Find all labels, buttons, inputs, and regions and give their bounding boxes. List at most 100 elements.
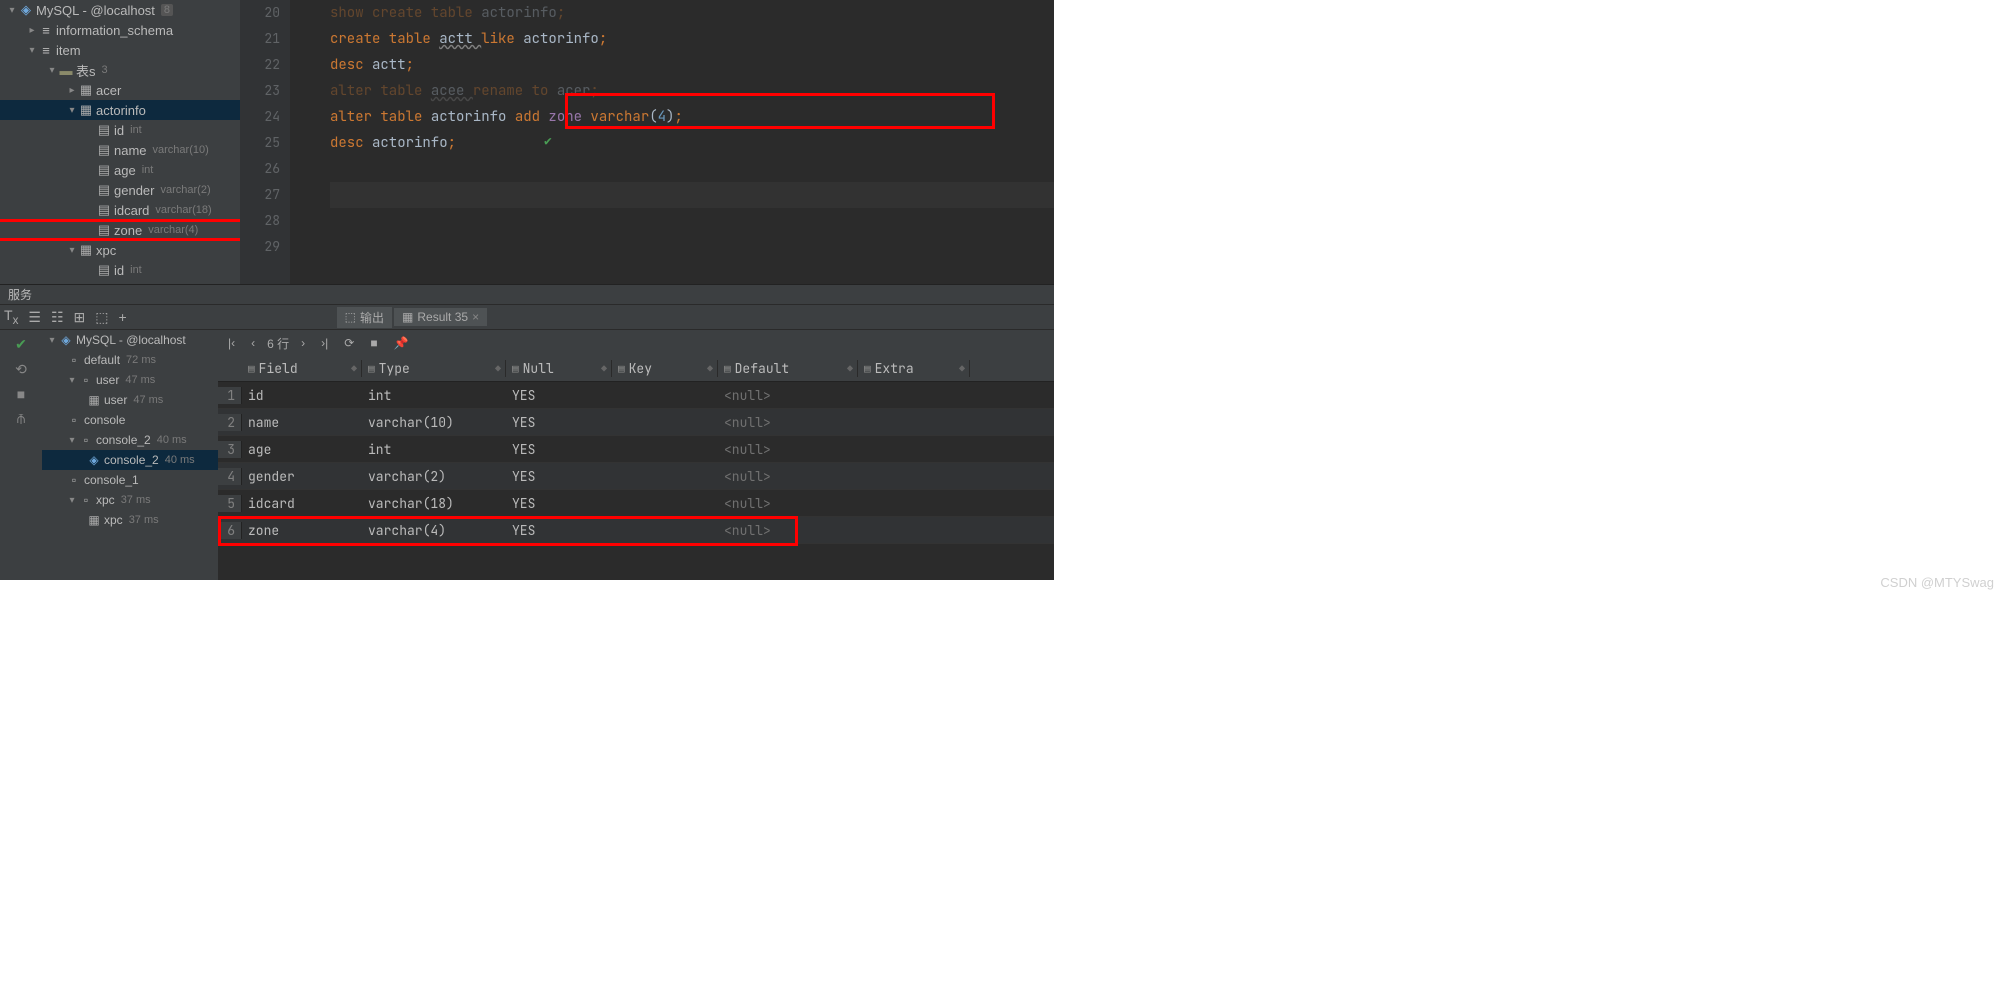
code-area[interactable]: show create table actorinfo; create tabl… bbox=[290, 0, 1054, 284]
schema-label: information_schema bbox=[56, 23, 173, 38]
svc-console1[interactable]: ▫console_1 bbox=[42, 470, 218, 490]
prev-page-icon[interactable]: ‹ bbox=[247, 336, 259, 350]
first-page-icon[interactable]: |‹ bbox=[224, 336, 239, 350]
tx-icon[interactable]: Tx bbox=[4, 307, 18, 327]
tree-table-acer[interactable]: ▸ ▦ acer bbox=[0, 80, 240, 100]
sort-icon[interactable]: ◆ bbox=[707, 362, 713, 375]
svc-connection[interactable]: ▾◈MySQL - @localhost bbox=[42, 330, 218, 350]
header-field[interactable]: ▤Field◆ bbox=[242, 360, 362, 377]
cell[interactable]: <null> bbox=[718, 387, 858, 404]
grid-icon[interactable]: ⊞ bbox=[74, 309, 86, 326]
tree-col-id[interactable]: ▤ id int bbox=[0, 120, 240, 140]
cell[interactable]: id bbox=[242, 387, 362, 404]
header-key[interactable]: ▤Key◆ bbox=[612, 360, 718, 377]
tree-col-age[interactable]: ▤ age int bbox=[0, 160, 240, 180]
tree-item-schema[interactable]: ▾ ≡ item bbox=[0, 40, 240, 60]
cell[interactable]: age bbox=[242, 441, 362, 458]
header-extra[interactable]: ▤Extra◆ bbox=[858, 360, 970, 377]
cell[interactable]: <null> bbox=[718, 414, 858, 431]
tree-connection[interactable]: ▾ ◈ MySQL - @localhost 8 bbox=[0, 0, 240, 20]
cell[interactable]: YES bbox=[506, 414, 612, 431]
services-tree[interactable]: ▾◈MySQL - @localhost ▫default72 ms ▾▫use… bbox=[42, 330, 218, 580]
header-default[interactable]: ▤Default◆ bbox=[718, 360, 858, 377]
table-row[interactable]: 5idcardvarchar(18)YES<null> bbox=[218, 490, 1054, 517]
stop-icon[interactable]: ■ bbox=[366, 336, 381, 350]
cell[interactable]: name bbox=[242, 414, 362, 431]
table-row[interactable]: 4gendervarchar(2)YES <null> bbox=[218, 463, 1054, 490]
tree-col-name[interactable]: ▤ name varchar(10) bbox=[0, 140, 240, 160]
cell[interactable]: int bbox=[362, 441, 506, 458]
cell[interactable]: <null> bbox=[718, 468, 858, 485]
services-header[interactable]: 服务 bbox=[0, 284, 1054, 304]
tree-table-xpc[interactable]: ▾ ▦ xpc bbox=[0, 240, 240, 260]
database-tree[interactable]: ▾ ◈ MySQL - @localhost 8 ▸ ≡ information… bbox=[0, 0, 240, 284]
svc-default[interactable]: ▫default72 ms bbox=[42, 350, 218, 370]
cell[interactable]: gender bbox=[242, 468, 362, 485]
next-page-icon[interactable]: › bbox=[297, 336, 309, 350]
svc-console2[interactable]: ▾▫console_240 ms bbox=[42, 430, 218, 450]
tree-col-gender[interactable]: ▤ gender varchar(2) bbox=[0, 180, 240, 200]
check-icon[interactable]: ✔ bbox=[15, 336, 27, 353]
tree-col-xpc-id[interactable]: ▤ id int bbox=[0, 260, 240, 280]
pin-icon[interactable]: 📌 bbox=[390, 336, 413, 350]
tree-col-idcard[interactable]: ▤ idcard varchar(18) bbox=[0, 200, 240, 220]
cell[interactable]: YES bbox=[506, 522, 612, 539]
grid-body: 1idintYES<null> 2namevarchar(10)YES<null… bbox=[218, 382, 1054, 544]
tab-output[interactable]: ⬚输出 bbox=[337, 307, 392, 328]
add-icon[interactable]: + bbox=[118, 309, 126, 325]
sort-icon[interactable]: ◆ bbox=[959, 362, 965, 375]
table-row[interactable]: 2namevarchar(10)YES<null> bbox=[218, 409, 1054, 436]
sort-icon[interactable]: ◆ bbox=[601, 362, 607, 375]
svc-console2-inner[interactable]: ◈console_240 ms bbox=[42, 450, 218, 470]
header-null[interactable]: ▤Null◆ bbox=[506, 360, 612, 377]
cell[interactable]: varchar(10) bbox=[362, 414, 506, 431]
export-icon[interactable]: ⬚ bbox=[95, 309, 108, 326]
cell[interactable]: YES bbox=[506, 495, 612, 512]
cell[interactable]: varchar(4) bbox=[362, 522, 506, 539]
tree-col-zone[interactable]: ▤ zone varchar(4) bbox=[0, 220, 240, 240]
svc-console[interactable]: ▫console bbox=[42, 410, 218, 430]
cell[interactable]: YES bbox=[506, 441, 612, 458]
tree-tables-folder[interactable]: ▾ ▬ 表s 3 bbox=[0, 60, 240, 80]
header-type[interactable]: ▤Type◆ bbox=[362, 360, 506, 377]
table-row[interactable]: 1idintYES<null> bbox=[218, 382, 1054, 409]
sort-icon[interactable]: ◆ bbox=[495, 362, 501, 375]
cell[interactable]: int bbox=[362, 387, 506, 404]
table-icon: ▦ bbox=[86, 513, 102, 527]
column-label: zone bbox=[114, 223, 142, 238]
rollback-icon[interactable]: ☷ bbox=[51, 309, 64, 326]
close-icon[interactable]: × bbox=[472, 310, 479, 324]
svc-user[interactable]: ▾▫user47 ms bbox=[42, 370, 218, 390]
filter-icon[interactable]: ⫚ bbox=[17, 410, 25, 427]
row-number: 3 bbox=[218, 441, 242, 458]
cell[interactable]: <null> bbox=[718, 522, 858, 539]
svc-label: console_2 bbox=[96, 433, 151, 447]
cell[interactable]: idcard bbox=[242, 495, 362, 512]
table-row[interactable]: 6zonevarchar(4)YES<null> bbox=[218, 517, 1054, 544]
cell[interactable]: <null> bbox=[718, 441, 858, 458]
cell[interactable]: varchar(18) bbox=[362, 495, 506, 512]
cell[interactable]: <null> bbox=[718, 495, 858, 512]
refresh-icon[interactable]: ⟲ bbox=[15, 361, 27, 378]
refresh-icon[interactable]: ⟳ bbox=[340, 336, 358, 350]
sort-icon[interactable]: ◆ bbox=[847, 362, 853, 375]
stop-icon[interactable]: ■ bbox=[17, 386, 25, 402]
svc-time: 40 ms bbox=[157, 434, 187, 446]
result-grid[interactable]: ▤Field◆ ▤Type◆ ▤Null◆ ▤Key◆ ▤Default◆ ▤E… bbox=[218, 356, 1054, 544]
row-number: 4 bbox=[218, 468, 242, 485]
cell[interactable]: YES bbox=[506, 387, 612, 404]
last-page-icon[interactable]: ›| bbox=[317, 336, 332, 350]
tree-info-schema[interactable]: ▸ ≡ information_schema bbox=[0, 20, 240, 40]
tree-table-actorinfo[interactable]: ▾ ▦ actorinfo bbox=[0, 100, 240, 120]
svc-user-inner[interactable]: ▦user47 ms bbox=[42, 390, 218, 410]
tab-result[interactable]: ▦Result 35× bbox=[394, 308, 487, 326]
svc-xpc-inner[interactable]: ▦xpc37 ms bbox=[42, 510, 218, 530]
commit-icon[interactable]: ☰ bbox=[28, 309, 41, 326]
cell[interactable]: YES bbox=[506, 468, 612, 485]
sql-editor[interactable]: 20 21 22 23 24 25 26 27 28 29 ✔ show cre… bbox=[240, 0, 1054, 284]
svc-xpc[interactable]: ▾▫xpc37 ms bbox=[42, 490, 218, 510]
sort-icon[interactable]: ◆ bbox=[351, 362, 357, 375]
cell[interactable]: zone bbox=[242, 522, 362, 539]
cell[interactable]: varchar(2) bbox=[362, 468, 506, 485]
table-row[interactable]: 3ageintYES <null> bbox=[218, 436, 1054, 463]
